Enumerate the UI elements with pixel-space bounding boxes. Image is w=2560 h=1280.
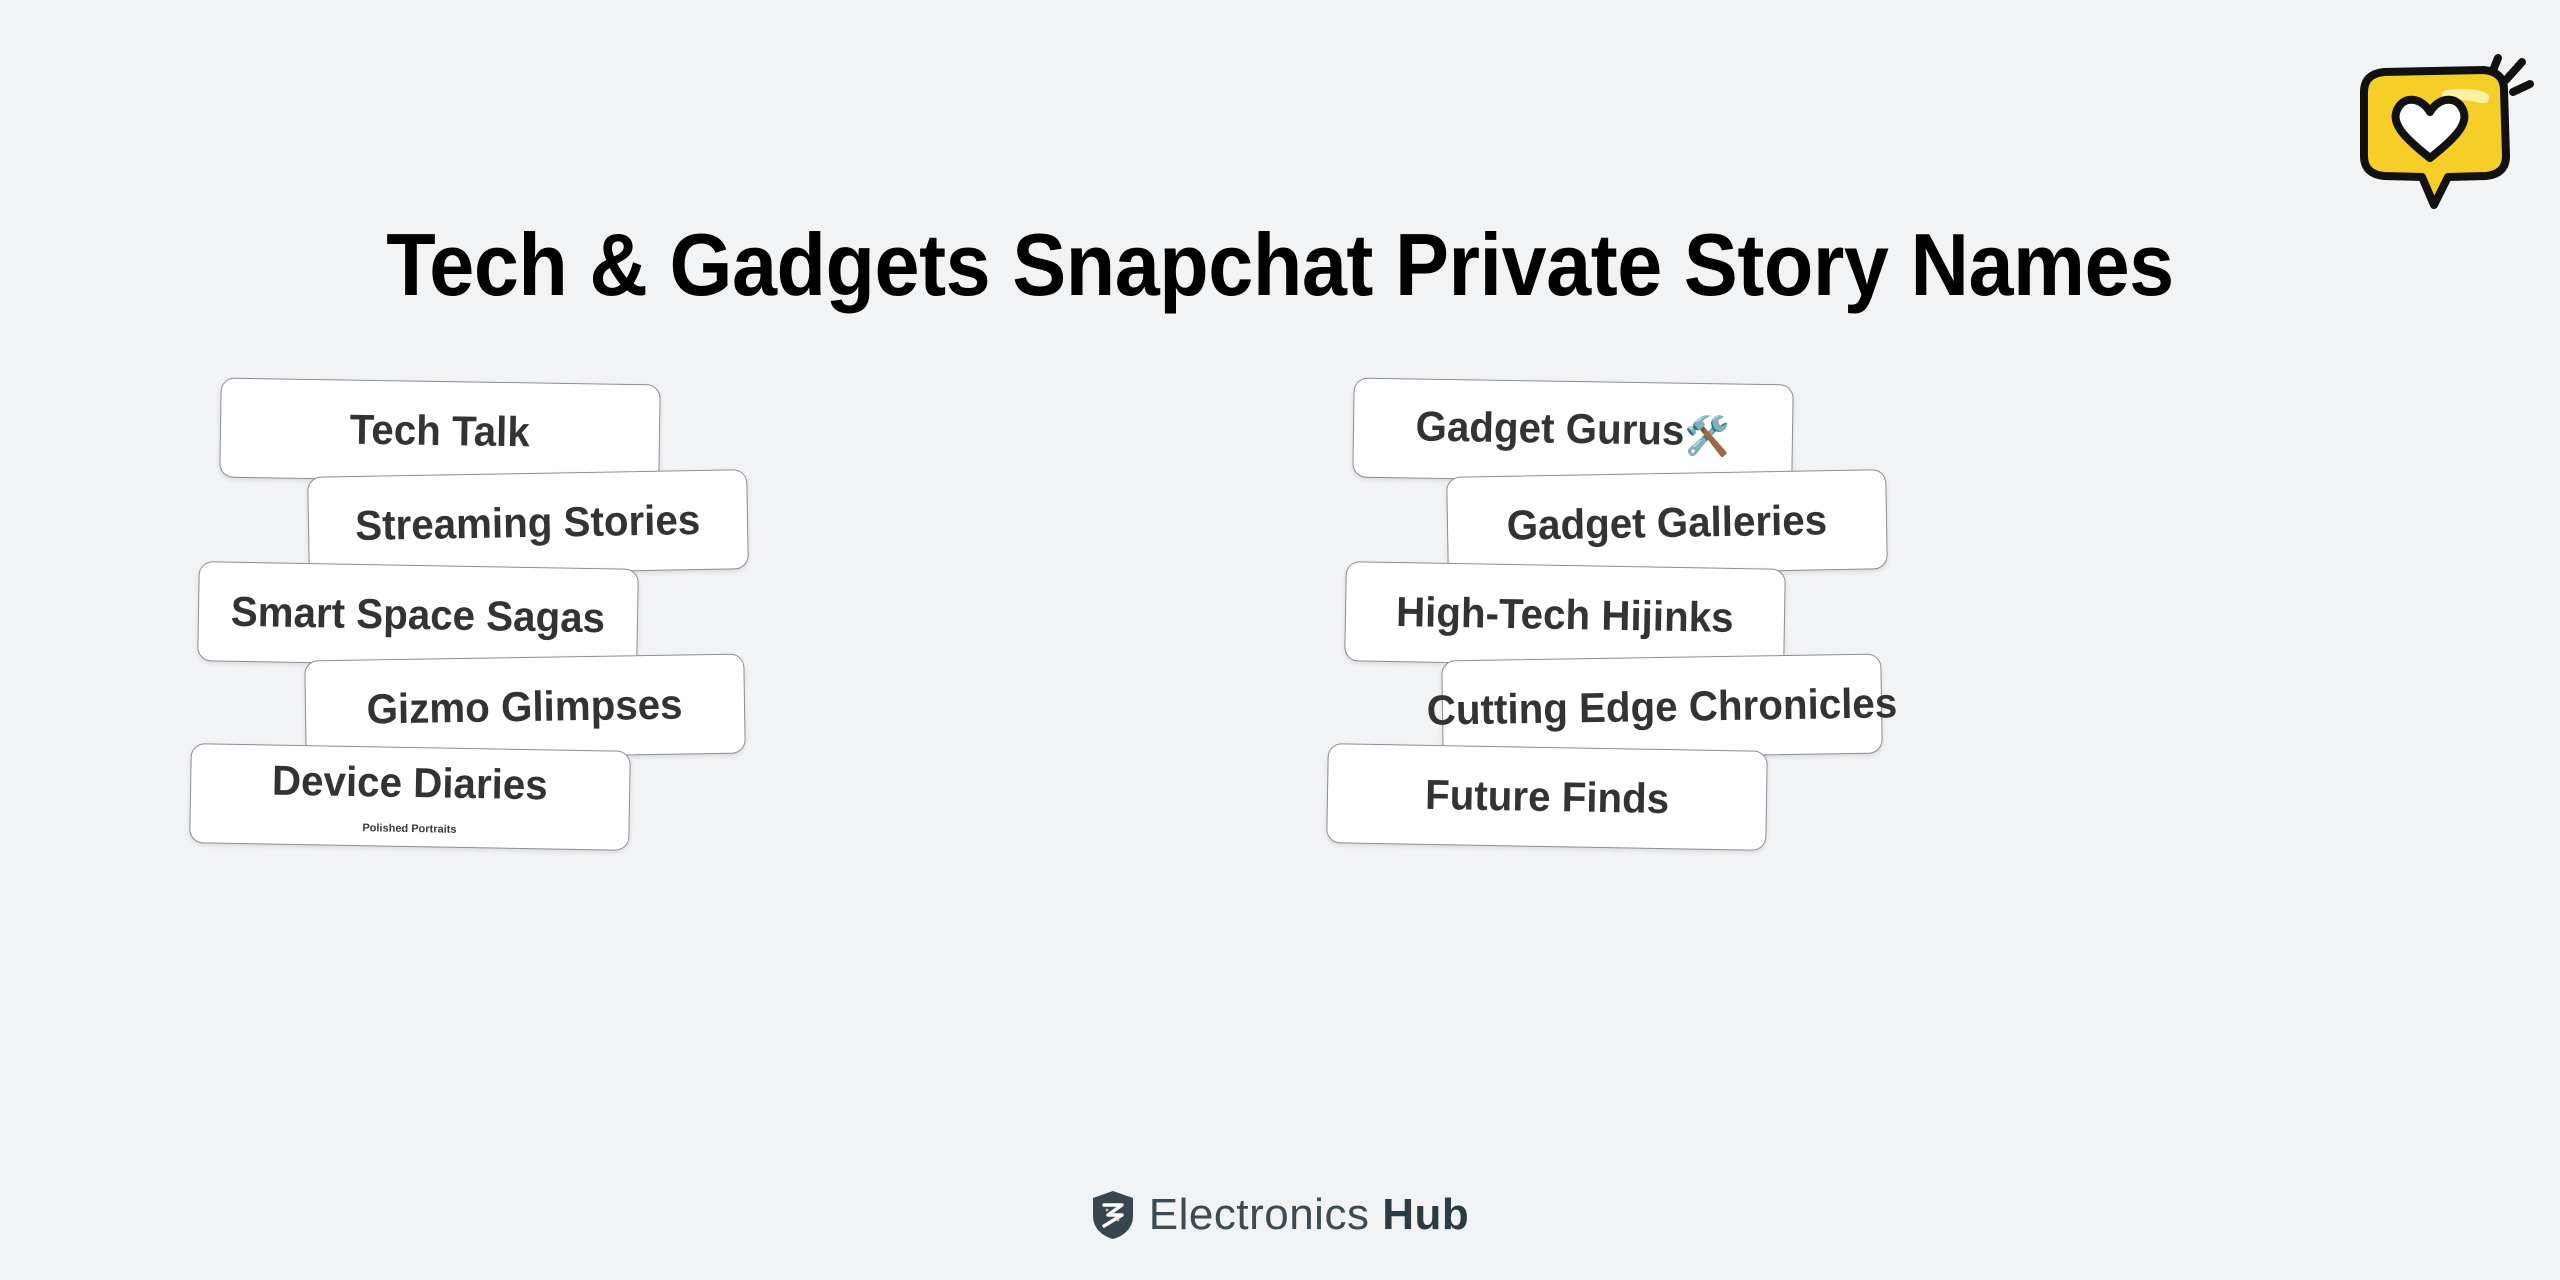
story-name-card[interactable]: High-Tech Hijinks (1344, 561, 1786, 669)
card-label: Tech Talk (349, 405, 531, 456)
story-name-card[interactable]: Tech Talk (219, 377, 661, 485)
card-label: High-Tech Hijinks (1395, 588, 1735, 641)
card-label: Gadget Galleries (1506, 496, 1828, 549)
brand-name-first: Electronics (1148, 1190, 1370, 1239)
footer-brand: Electronics Hub (0, 1190, 2560, 1240)
card-sublabel: Polished Portraits (362, 822, 457, 836)
story-name-card[interactable]: Gadget Galleries (1446, 469, 1888, 577)
story-name-card[interactable]: Cutting Edge Chronicles (1426, 653, 1898, 761)
brand-name-second: Hub (1382, 1190, 1470, 1239)
card-label: Smart Space Sagas (230, 587, 606, 642)
hammer-and-wrench-icon: 🛠️ (1684, 415, 1731, 459)
left-column: Tech Talk Streaming Stories Smart Space … (189, 377, 1190, 1105)
story-name-card[interactable]: Device Diaries Polished Portraits (189, 743, 631, 851)
card-label: Future Finds (1424, 770, 1670, 823)
brand-text: Electronics Hub (1149, 1190, 1469, 1240)
story-name-card[interactable]: Future Finds (1326, 743, 1768, 851)
card-label: Streaming Stories (355, 495, 701, 550)
story-name-card[interactable]: Streaming Stories (307, 469, 749, 577)
card-label: Gizmo Glimpses (366, 680, 684, 733)
story-name-card[interactable]: Gadget Gurus🛠️ (1352, 377, 1794, 485)
card-label-text: Gadget Gurus (1415, 402, 1686, 454)
card-label: Cutting Edge Chronicles (1426, 679, 1898, 734)
card-label: Gadget Gurus🛠️ (1415, 402, 1731, 460)
story-name-card[interactable]: Gizmo Glimpses (304, 653, 746, 761)
cards-area: Tech Talk Streaming Stories Smart Space … (0, 377, 2560, 1105)
right-column: Gadget Gurus🛠️ Gadget Galleries High-Tec… (1326, 377, 2345, 1105)
card-label: Device Diaries (271, 756, 549, 809)
story-name-card[interactable]: Smart Space Sagas (197, 561, 639, 669)
shield-logo-icon (1092, 1191, 1133, 1239)
heart-speech-bubble-icon (2330, 30, 2550, 210)
page-title: Tech & Gadgets Snapchat Private Story Na… (386, 214, 2174, 314)
